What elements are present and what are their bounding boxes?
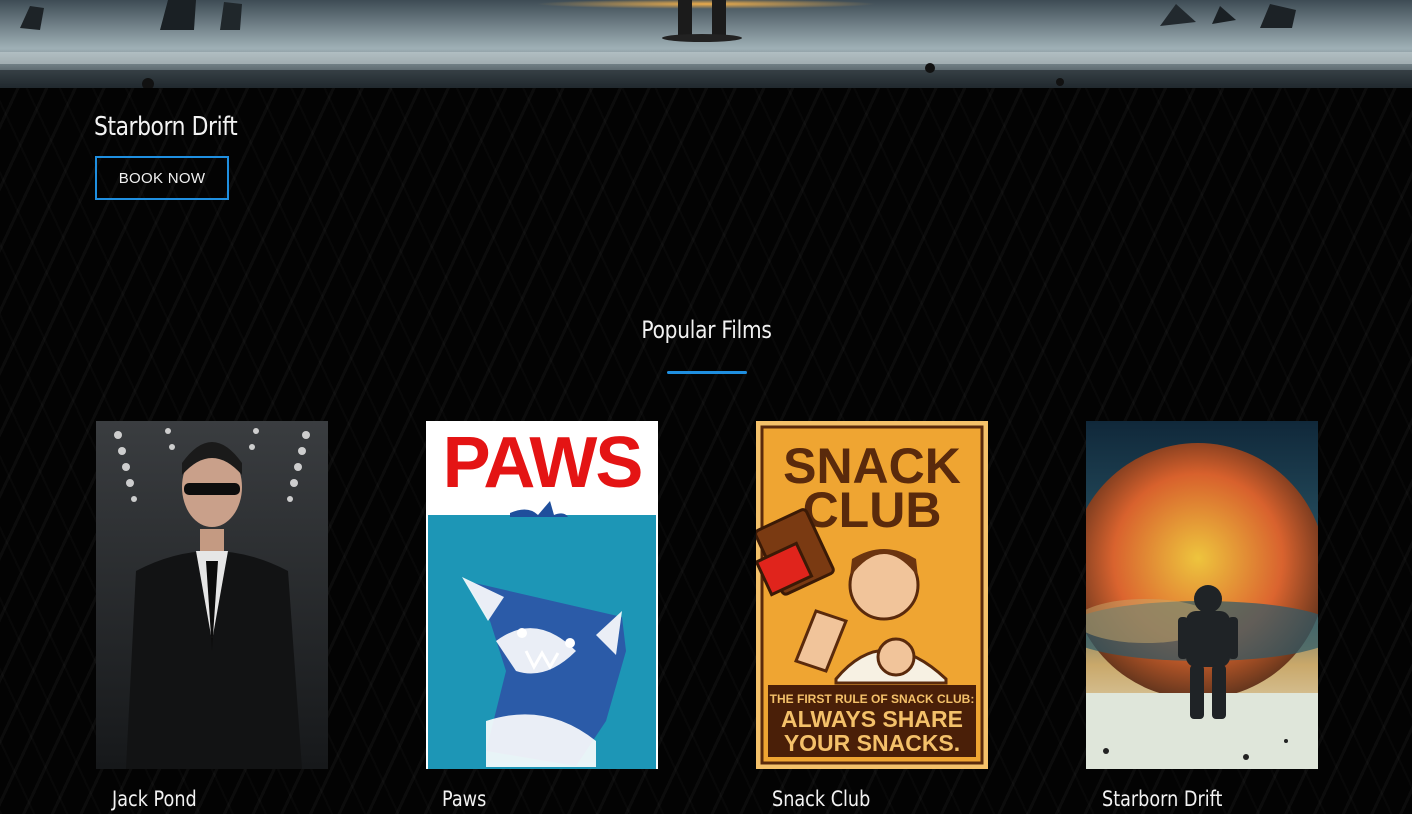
film-card-snack-club[interactable]: SNACK CLUB THE FIRST RULE OF SNACK CLUB:… xyxy=(756,421,988,811)
poster-starborn-drift[interactable] xyxy=(1086,421,1318,769)
section-title: Popular Films xyxy=(0,316,1412,344)
poster-paws[interactable]: PAWS xyxy=(426,421,658,769)
film-name[interactable]: Jack Pond xyxy=(112,787,197,811)
film-name[interactable]: Starborn Drift xyxy=(1102,787,1222,811)
poster-snack-club[interactable]: SNACK CLUB THE FIRST RULE OF SNACK CLUB:… xyxy=(756,421,988,769)
book-now-button[interactable]: BOOK NOW xyxy=(95,156,229,200)
poster-snack-tagline: THE FIRST RULE OF SNACK CLUB: xyxy=(770,692,975,706)
poster-paws-title: PAWS xyxy=(443,423,642,503)
film-card-paws[interactable]: PAWS Paws xyxy=(426,421,658,811)
poster-snack-title-2: CLUB xyxy=(803,482,942,538)
poster-jack-pond[interactable] xyxy=(96,421,328,769)
poster-snack-line-1: ALWAYS SHARE xyxy=(781,706,963,732)
film-card-jack-pond[interactable]: Jack Pond xyxy=(96,421,328,811)
film-name[interactable]: Paws xyxy=(442,787,486,811)
hero-banner-image xyxy=(0,0,1412,88)
poster-snack-line-2: YOUR SNACKS. xyxy=(784,730,960,756)
hero-title: Starborn Drift xyxy=(94,112,238,142)
title-underline xyxy=(667,371,747,374)
film-name[interactable]: Snack Club xyxy=(772,787,870,811)
page: Starborn Drift BOOK NOW Popular Films Ja… xyxy=(0,0,1412,814)
film-card-starborn-drift[interactable]: Starborn Drift xyxy=(1086,421,1318,811)
section-title-text: Popular Films xyxy=(640,316,772,344)
